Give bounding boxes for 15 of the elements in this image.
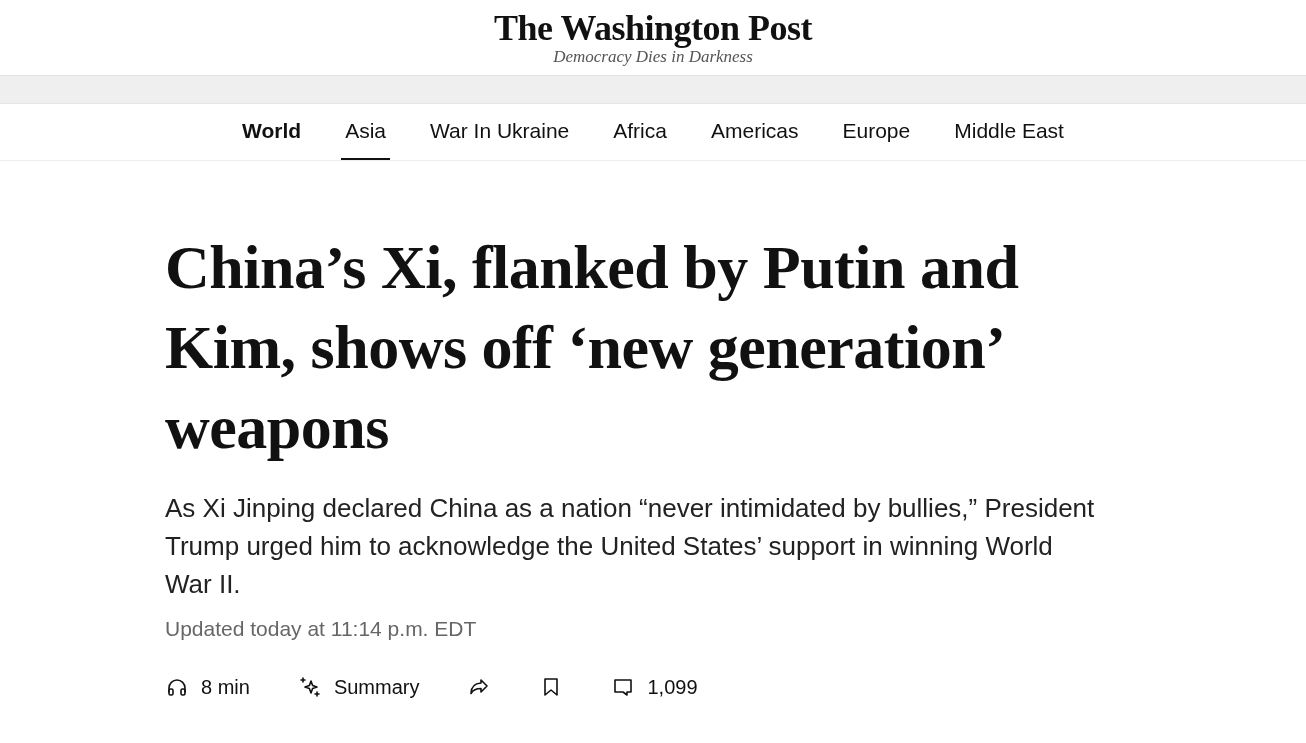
nav-tab[interactable]: Americas — [706, 104, 803, 160]
comments-button[interactable]: 1,099 — [611, 675, 698, 699]
listen-button[interactable]: 8 min — [165, 675, 250, 699]
nav-tab[interactable]: Africa — [609, 104, 671, 160]
nav-tab[interactable]: Asia — [341, 104, 390, 160]
nav-tab[interactable]: Middle East — [950, 104, 1068, 160]
summary-button[interactable]: Summary — [297, 675, 420, 699]
nav-tab[interactable]: War In Ukraine — [426, 104, 574, 160]
nav-tab[interactable]: Europe — [838, 104, 915, 160]
headline: China’s Xi, flanked by Putin and Kim, shows off ‘new generation’ weapons — [165, 232, 1020, 463]
site-logo[interactable]: The Washington Post — [494, 8, 812, 47]
section-title[interactable]: World — [238, 104, 306, 160]
article-summary: As Xi Jinping declared China as a nation “never intimidated by bullies,” President Trump urged him to acknowledge the United States’ support in winning World War II. — [165, 492, 1096, 601]
timestamp: Updated today at 11:14 p.m. EDT — [165, 617, 478, 641]
sparkle-icon — [297, 675, 322, 699]
